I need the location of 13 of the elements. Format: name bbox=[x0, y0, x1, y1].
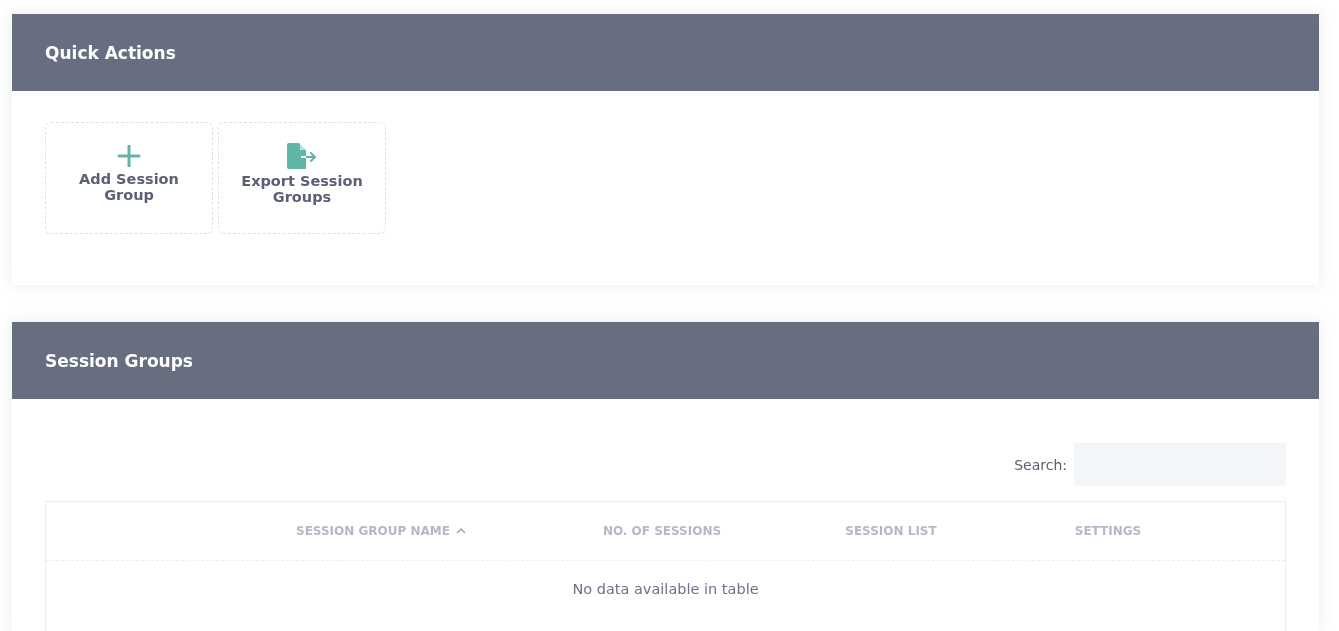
plus-icon bbox=[117, 145, 141, 167]
column-header[interactable]: SETTINGS bbox=[1004, 524, 1212, 538]
action-tile[interactable]: Export Session Groups bbox=[218, 122, 386, 234]
file-export-icon bbox=[286, 143, 318, 169]
sort-up-icon bbox=[455, 528, 466, 534]
card-title: Quick Actions bbox=[45, 42, 176, 63]
card-title: Session Groups bbox=[45, 350, 193, 371]
column-header[interactable]: NO. OF SESSIONS bbox=[546, 524, 778, 538]
empty-message: No data available in table bbox=[572, 581, 759, 597]
action-tile[interactable]: Add Session Group bbox=[45, 122, 213, 234]
search-label: Search: bbox=[1014, 456, 1067, 473]
column-header[interactable]: SESSION GROUP NAME bbox=[216, 524, 546, 538]
column-header[interactable]: SESSION LIST bbox=[778, 524, 1004, 538]
